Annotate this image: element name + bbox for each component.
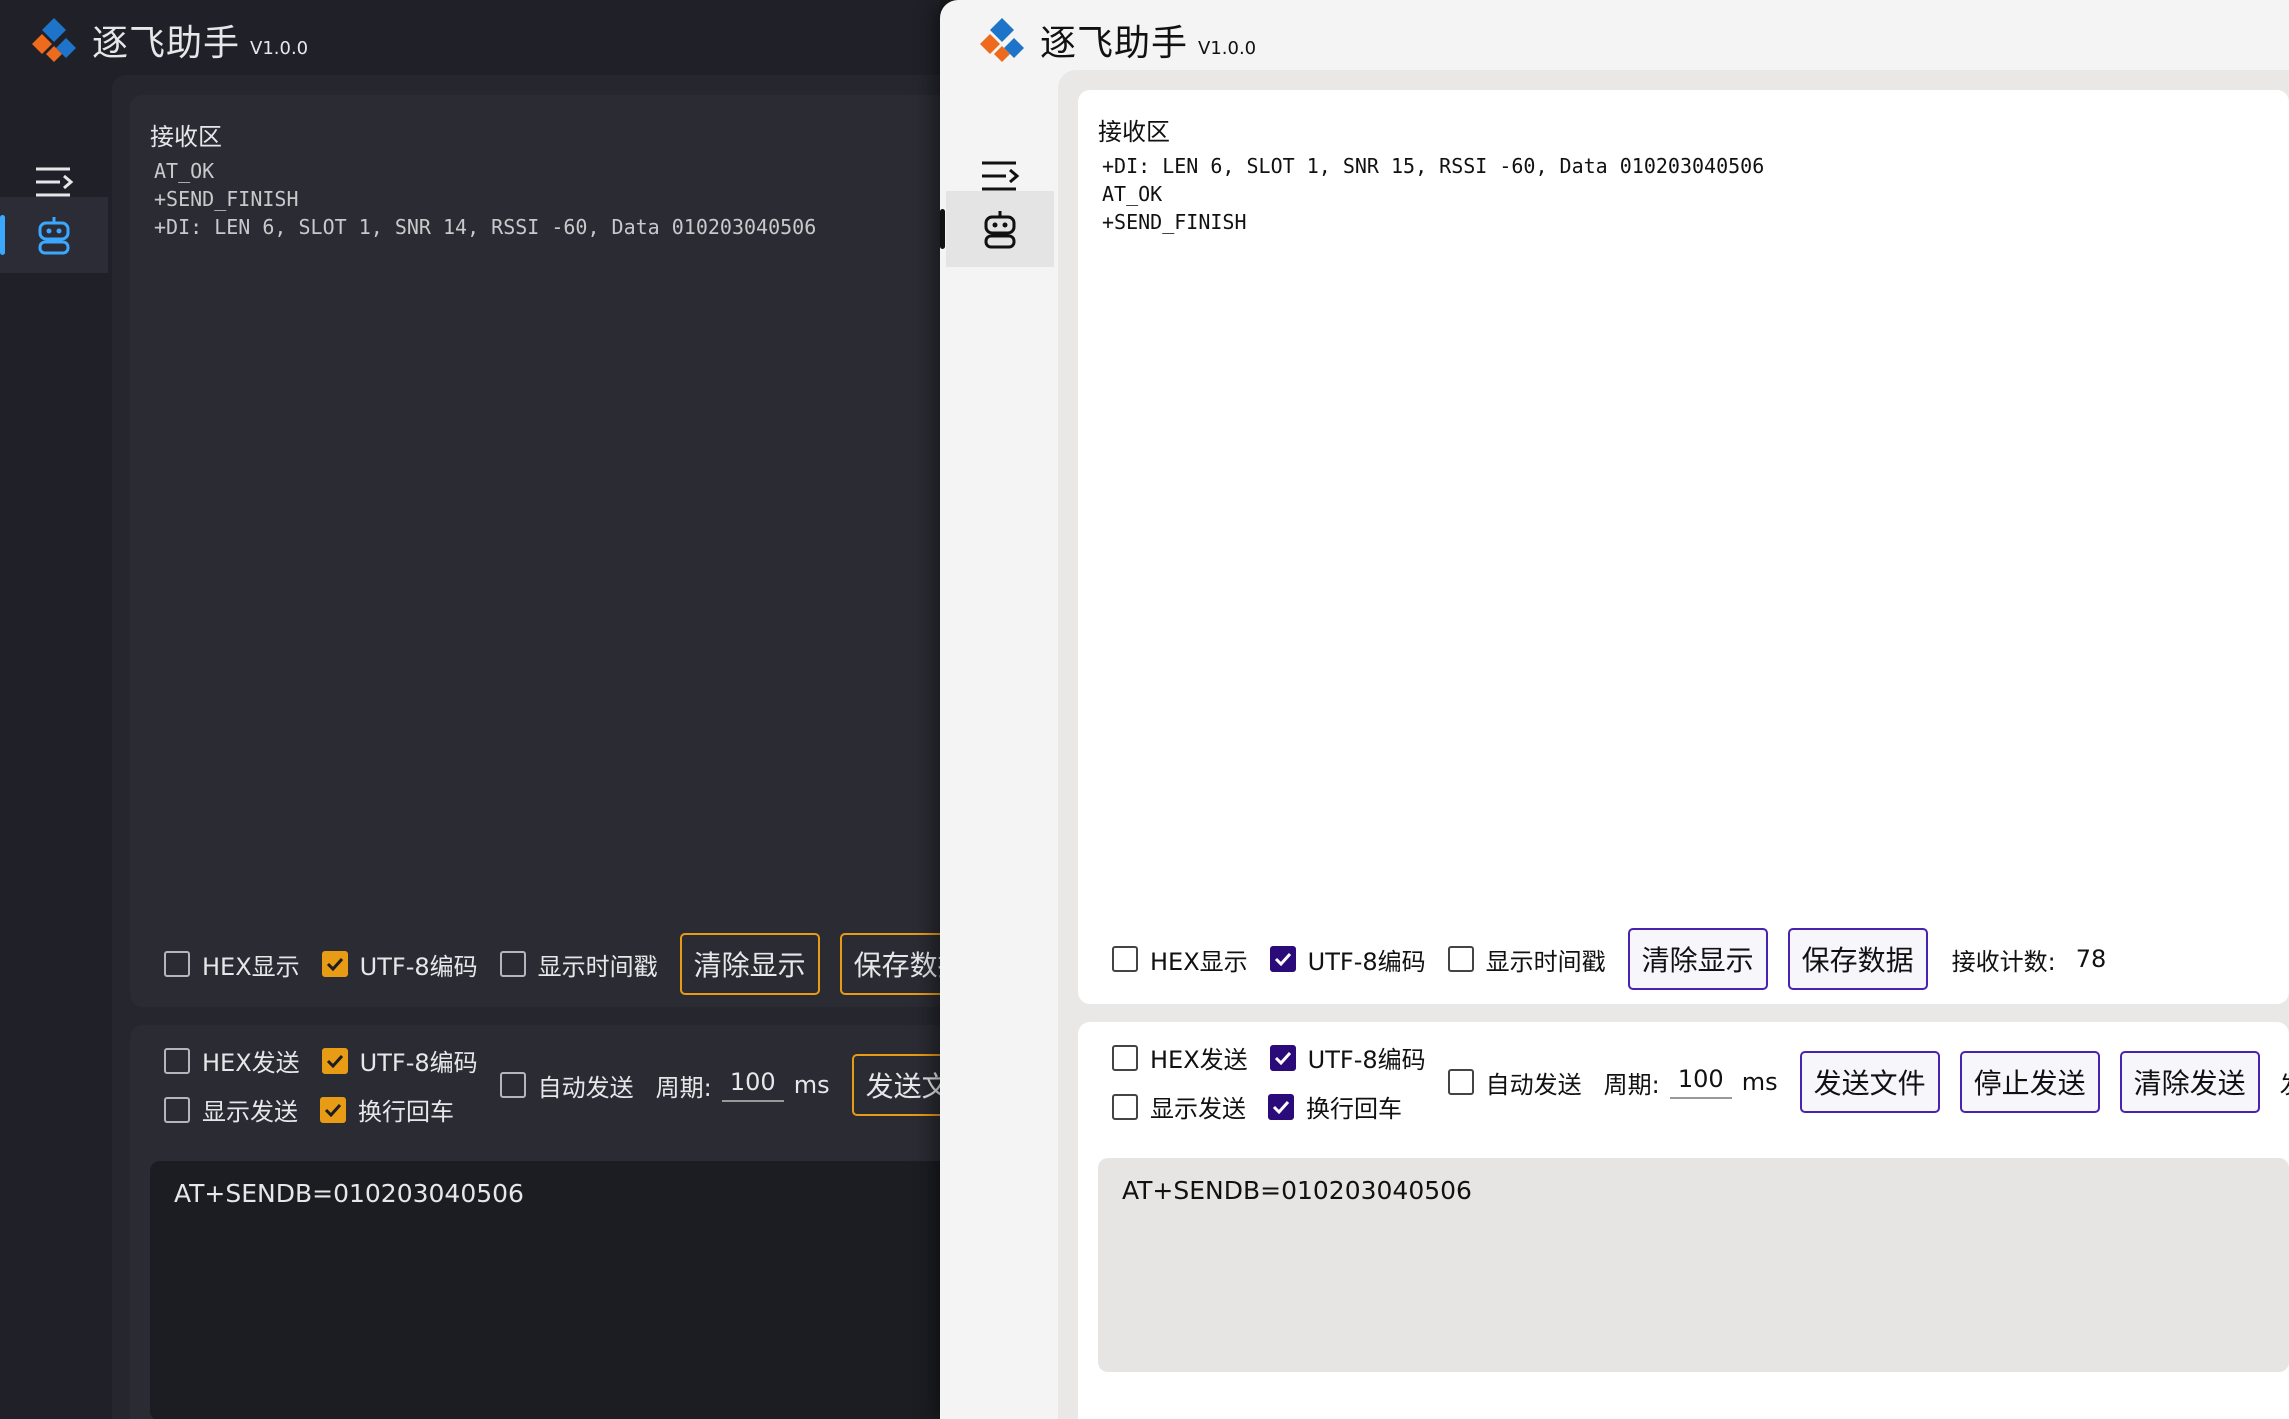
utf8-checkbox[interactable]: UTF-8编码 <box>321 947 478 982</box>
hex-display-checkbox[interactable]: HEX显示 <box>164 947 300 982</box>
app-version: V1.0.0 <box>250 37 309 59</box>
period-input[interactable]: 100 <box>1669 1065 1732 1099</box>
hex-send-checkbox[interactable]: HEX发送 <box>164 1043 300 1078</box>
hex-send-checkbox[interactable]: HEX发送 <box>1112 1040 1248 1075</box>
title-bar[interactable]: 逐飞助手 V1.0.0 <box>0 0 940 80</box>
timestamp-checkbox[interactable]: 显示时间戳 <box>1447 942 1606 977</box>
receive-text[interactable]: AT_OK +SEND_FINISH +DI: LEN 6, SLOT 1, S… <box>154 157 816 241</box>
send-file-button[interactable]: 发送文件 <box>851 1054 940 1116</box>
save-data-button[interactable]: 保存数据 <box>839 933 940 995</box>
hex-display-checkbox[interactable]: HEX显示 <box>1112 942 1248 977</box>
period-unit: ms <box>793 1071 830 1099</box>
send-input[interactable]: AT+SENDB=010203040506 <box>1098 1158 2289 1372</box>
menu-collapse-icon <box>982 161 1020 191</box>
send-utf8-checkbox[interactable]: UTF-8编码 <box>1269 1040 1426 1075</box>
sidebar <box>0 80 112 1419</box>
period-label: 周期: <box>655 1073 712 1102</box>
sidebar <box>940 80 1054 1419</box>
clear-display-button[interactable]: 清除显示 <box>1627 928 1768 990</box>
newline-checkbox[interactable]: 换行回车 <box>1268 1089 1402 1124</box>
send-panel: HEX发送 UTF-8编码 显示发送 换行回车 自动发送 周期: 100 ms … <box>130 1025 940 1419</box>
receive-panel: 接收区 +DI: LEN 6, SLOT 1, SNR 15, RSSI -60… <box>1078 90 2289 1004</box>
send-file-button[interactable]: 发送文件 <box>1799 1051 1940 1113</box>
auto-send-checkbox[interactable]: 自动发送 <box>1447 1065 1582 1100</box>
nav-item-serial[interactable] <box>0 197 108 273</box>
app-title: 逐飞助手 <box>92 23 241 64</box>
stop-send-button[interactable]: 停止发送 <box>1959 1051 2100 1113</box>
send-options-row: HEX发送 UTF-8编码 显示发送 换行回车 自动发送 周期: 100 ms … <box>1112 1040 2289 1124</box>
clear-send-button[interactable]: 清除发送 <box>2119 1051 2260 1113</box>
receive-options-row: HEX显示 UTF-8编码 显示时间戳 清除显示 保存数据 接收计数: 78 <box>1112 928 2106 990</box>
robot-icon <box>984 211 1016 249</box>
clear-display-button[interactable]: 清除显示 <box>679 933 820 995</box>
save-data-button[interactable]: 保存数据 <box>1787 928 1928 990</box>
period-input[interactable]: 100 <box>721 1068 784 1102</box>
app-version: V1.0.0 <box>1198 37 1257 59</box>
send-panel: HEX发送 UTF-8编码 显示发送 换行回车 自动发送 周期: 100 ms … <box>1078 1022 2289 1419</box>
nav-item-serial[interactable] <box>946 191 1054 267</box>
app-logo-icon <box>978 16 1026 64</box>
title-bar[interactable]: 逐飞助手 V1.0.0 <box>940 0 2289 80</box>
auto-send-checkbox[interactable]: 自动发送 <box>499 1068 634 1103</box>
menu-collapse-icon <box>36 167 74 197</box>
show-send-checkbox[interactable]: 显示发送 <box>1112 1089 1246 1124</box>
receive-count-label: 接收计数: <box>1951 947 2056 976</box>
dark-window: 逐飞助手 V1.0.0 接收区 AT_OK +SEND_FINISH +DI: … <box>0 0 940 1419</box>
main-content: 接收区 +DI: LEN 6, SLOT 1, SNR 15, RSSI -60… <box>1058 70 2289 1419</box>
receive-count-value: 78 <box>2075 945 2107 973</box>
robot-icon <box>38 217 70 255</box>
send-input[interactable]: AT+SENDB=010203040506 <box>150 1161 940 1419</box>
main-content: 接收区 AT_OK +SEND_FINISH +DI: LEN 6, SLOT … <box>112 75 940 1419</box>
active-indicator <box>0 215 5 255</box>
receive-title: 接收区 <box>1098 118 1170 146</box>
newline-checkbox[interactable]: 换行回车 <box>320 1092 454 1127</box>
send-options-row: HEX发送 UTF-8编码 显示发送 换行回车 自动发送 周期: 100 ms … <box>164 1043 940 1127</box>
light-window: 逐飞助手 V1.0.0 接收区 +DI: LEN 6, SLOT 1, SNR … <box>940 0 2289 1419</box>
active-indicator <box>940 209 945 249</box>
receive-text[interactable]: +DI: LEN 6, SLOT 1, SNR 15, RSSI -60, Da… <box>1102 152 1764 236</box>
send-count-label: 发送计数: <box>2280 1065 2289 1100</box>
show-send-checkbox[interactable]: 显示发送 <box>164 1092 298 1127</box>
app-title: 逐飞助手 <box>1040 23 1189 64</box>
send-utf8-checkbox[interactable]: UTF-8编码 <box>321 1043 478 1078</box>
receive-panel: 接收区 AT_OK +SEND_FINISH +DI: LEN 6, SLOT … <box>130 95 940 1007</box>
utf8-checkbox[interactable]: UTF-8编码 <box>1269 942 1426 977</box>
app-logo-icon <box>30 16 78 64</box>
receive-options-row: HEX显示 UTF-8编码 显示时间戳 清除显示 保存数据 <box>164 933 940 995</box>
timestamp-checkbox[interactable]: 显示时间戳 <box>499 947 658 982</box>
period-unit: ms <box>1741 1068 1778 1096</box>
period-label: 周期: <box>1603 1070 1660 1099</box>
receive-title: 接收区 <box>150 123 222 151</box>
